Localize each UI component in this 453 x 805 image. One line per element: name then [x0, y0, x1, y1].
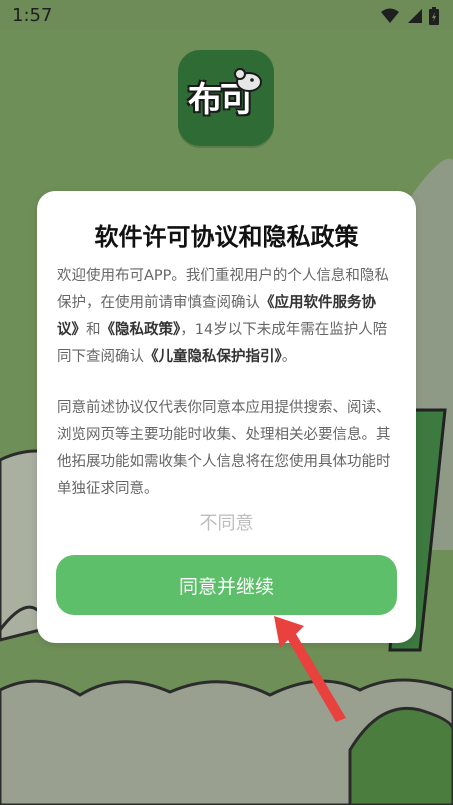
dialog-paragraph-1: 欢迎使用布可APP。我们重视用户的个人信息和隐私保护，在使用前请审慎查阅确认《应… [57, 263, 396, 371]
battery-icon [429, 7, 439, 25]
privacy-policy-link[interactable]: 《隐私政策》 [101, 322, 181, 338]
disagree-button[interactable]: 不同意 [37, 509, 416, 535]
para1-text-4: 。 [281, 349, 297, 365]
status-time: 1:57 [12, 5, 53, 26]
para1-text-2: 和 [86, 322, 101, 338]
red-arrow-icon [268, 610, 358, 729]
status-bar: 1:57 [0, 0, 453, 30]
privacy-dialog: 软件许可协议和隐私政策 欢迎使用布可APP。我们重视用户的个人信息和隐私保护，在… [37, 191, 416, 643]
dialog-title: 软件许可协议和隐私政策 [94, 223, 359, 251]
child-privacy-link[interactable]: 《儿童隐私保护指引》 [144, 349, 282, 365]
animal-ears-icon [234, 68, 264, 96]
signal-icon [406, 8, 422, 24]
status-icons [381, 7, 439, 25]
app-logo: 布可 [178, 50, 274, 146]
dialog-paragraph-2: 同意前述协议仅代表你同意本应用提供搜索、阅读、浏览网页等主要功能时收集、处理相关… [57, 400, 391, 497]
agree-continue-button[interactable]: 同意并继续 [56, 555, 397, 615]
dialog-body: 欢迎使用布可APP。我们重视用户的个人信息和隐私保护，在使用前请审慎查阅确认《应… [57, 263, 396, 503]
wifi-icon [381, 8, 399, 24]
